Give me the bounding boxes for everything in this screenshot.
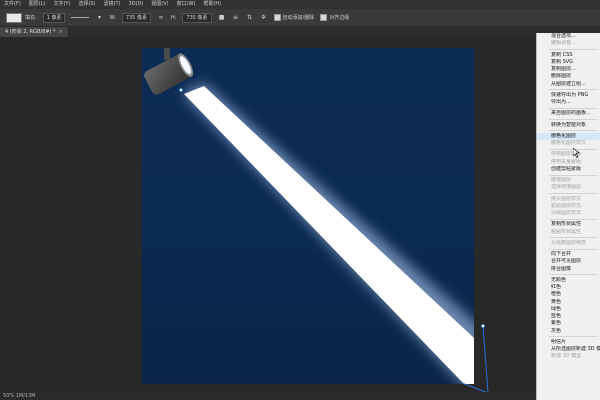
menu-window[interactable]: 窗口(W) — [173, 0, 200, 9]
context-menu-item[interactable]: 橙色 — [537, 291, 600, 298]
menu-separator — [549, 49, 597, 50]
context-menu-item: 清除图层样式 — [551, 210, 582, 216]
context-menu-item[interactable]: 明信片 — [537, 339, 600, 346]
context-menu-item[interactable]: 红色 — [537, 284, 600, 291]
context-menu-item: 栅格化图层样式 — [551, 140, 587, 146]
context-menu-item[interactable]: 黄色 — [537, 299, 600, 306]
anchor-point[interactable] — [481, 324, 485, 328]
context-menu-item: 选择链接图层 — [551, 184, 582, 191]
menu-view[interactable]: 视图(V) — [147, 0, 172, 9]
options-bar: 填充: 1 像素 ▾ W: 735 像素 ∞ H: 735 像素 ■ ≡ ⇅ ✲… — [0, 9, 600, 27]
document-tab-bar: 4 (形状 2, RGB/8#) * × — [0, 27, 600, 37]
context-menu-item[interactable]: 灰色 — [537, 328, 600, 335]
lamp-stem — [164, 48, 170, 60]
w-label: W: — [109, 14, 116, 21]
auto-add-delete-label: 自动添加/删除 — [282, 15, 315, 21]
context-menu-item: 链接图层 — [551, 177, 572, 183]
path-arrangement-icon[interactable]: ⇅ — [246, 14, 254, 22]
document-canvas[interactable] — [142, 48, 474, 384]
context-menu-item[interactable]: 删除图层 — [537, 73, 600, 80]
context-menu-item[interactable]: 紫色 — [537, 320, 600, 327]
context-menu-item[interactable]: 从所选图层新建 3D 模型 — [537, 346, 600, 353]
context-menu-item: 编辑调整... — [551, 40, 576, 47]
stroke-width-select[interactable]: 1 像素 — [42, 12, 66, 23]
menu-layer[interactable]: 图层(L) — [25, 0, 50, 9]
align-edges-checkbox[interactable]: 对齐边缘 — [320, 14, 349, 21]
fill-color-swatch[interactable] — [6, 12, 22, 23]
gear-icon[interactable]: ✲ — [260, 14, 268, 22]
context-menu-item: 停用图层蒙版 — [551, 151, 582, 158]
close-icon[interactable]: × — [59, 29, 63, 35]
context-menu-item[interactable]: 创建剪贴蒙版 — [537, 166, 600, 173]
link-icon[interactable]: ∞ — [157, 14, 165, 22]
context-menu-item[interactable]: 复制 CSS — [537, 52, 600, 59]
zoom-status: 50% 1M/13M — [3, 393, 36, 399]
auto-add-delete-checkbox[interactable]: 自动添加/删除 — [273, 14, 315, 21]
menu-separator — [549, 193, 597, 194]
menu-separator — [549, 218, 597, 220]
h-label: H: — [170, 14, 177, 21]
context-menu-item[interactable]: 转换为智能对象 — [537, 122, 600, 129]
menu-type[interactable]: 文字(Y) — [49, 0, 74, 9]
light-beam — [184, 86, 474, 384]
mouse-cursor-icon — [573, 148, 580, 158]
canvas-artwork — [144, 48, 474, 384]
menu-file[interactable]: 文件(F) — [0, 0, 25, 9]
menu-separator — [549, 89, 597, 91]
context-menu-item[interactable]: 混合选项... — [537, 33, 600, 40]
context-menu-item[interactable]: 栅格化图层 — [537, 132, 600, 140]
menu-separator — [549, 119, 597, 120]
context-menu-item: 停用矢量蒙版 — [551, 158, 582, 165]
menu-separator — [549, 174, 597, 176]
layer-context-menu: 混合选项... 编辑调整... 复制 CSS 复制 SVG 复制图层... 删除图层 从图层… — [536, 33, 600, 400]
context-menu-item[interactable]: 蓝色 — [537, 313, 600, 320]
context-menu-item[interactable]: 快速导出为 PNG — [537, 92, 600, 99]
menu-bar: 文件(F) 图层(L) 文字(Y) 选择(S) 滤镜(T) 3D(D) 视图(V… — [0, 0, 600, 9]
menu-separator — [549, 336, 597, 338]
menu-separator — [549, 130, 597, 132]
context-menu-item[interactable]: 无颜色 — [537, 277, 600, 284]
menu-separator — [549, 274, 597, 276]
context-menu-item[interactable]: 来自图层的画板... — [537, 110, 600, 117]
context-menu-item: 粘贴图层样式 — [551, 202, 582, 209]
context-menu-item[interactable]: 向下合并 — [537, 251, 600, 258]
path-alignment-icon[interactable]: ≡ — [232, 14, 240, 22]
context-menu-item[interactable]: 拼合图像 — [537, 266, 600, 273]
context-menu-item[interactable]: 复制 SVG — [537, 59, 600, 66]
menu-separator — [549, 237, 597, 239]
context-menu-item[interactable]: 绿色 — [537, 306, 600, 313]
align-edges-label: 对齐边缘 — [329, 15, 350, 21]
menu-help[interactable]: 帮助(H) — [199, 0, 225, 9]
chevron-down-icon[interactable]: ▾ — [95, 14, 103, 22]
status-bar: 50% 1M/13M — [0, 392, 543, 400]
menu-separator — [549, 248, 597, 250]
menu-filter[interactable]: 滤镜(T) — [100, 0, 125, 9]
context-menu-item[interactable]: 从图层建立组... — [537, 81, 600, 88]
document-tab-label: 4 (形状 2, RGB/8#) * — [5, 29, 56, 35]
document-tab[interactable]: 4 (形状 2, RGB/8#) * × — [0, 27, 69, 37]
context-menu-item[interactable]: 复制图层... — [537, 66, 600, 73]
path-segment — [482, 325, 489, 394]
width-field[interactable]: 735 像素 — [121, 12, 151, 23]
checkbox-icon — [320, 14, 328, 21]
context-menu-item: 从隔离图层释放 — [551, 239, 587, 246]
context-menu-item[interactable]: 导出为... — [537, 99, 600, 106]
height-field[interactable]: 735 像素 — [182, 12, 212, 23]
context-menu-item: 新建 3D 模型 — [551, 353, 582, 360]
context-menu-item: 粘贴形状属性 — [551, 228, 582, 235]
fill-label: 填充: — [25, 15, 37, 21]
checkbox-icon — [273, 14, 281, 21]
context-menu-item: 拷贝图层样式 — [551, 195, 582, 202]
menu-separator — [549, 107, 597, 109]
menu-3d[interactable]: 3D(D) — [124, 0, 147, 9]
stroke-type-line[interactable] — [71, 17, 90, 18]
context-menu-item[interactable]: 复制形状属性 — [537, 221, 600, 228]
path-operations-icon[interactable]: ■ — [218, 14, 226, 22]
menu-select[interactable]: 选择(S) — [74, 0, 99, 9]
context-menu-item[interactable]: 合并可见图层 — [537, 258, 600, 265]
